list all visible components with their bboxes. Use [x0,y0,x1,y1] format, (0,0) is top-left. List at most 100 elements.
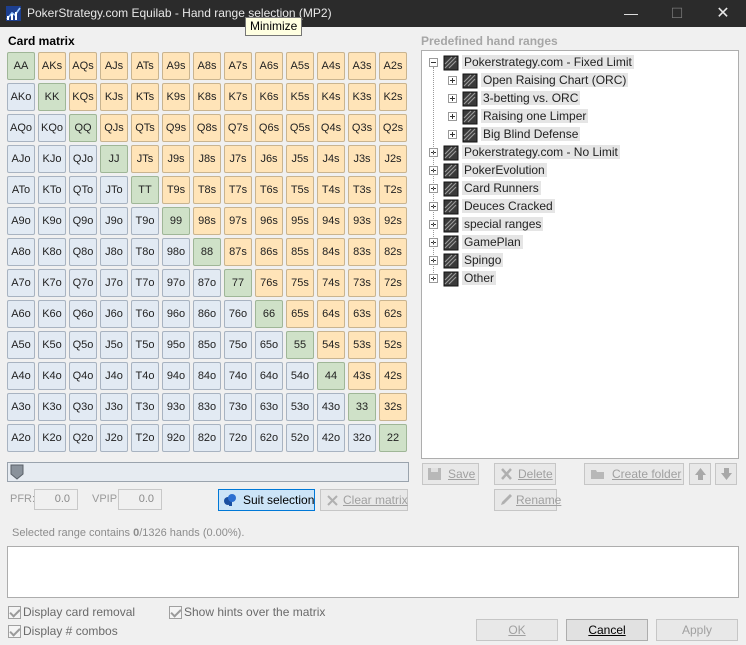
hand-cell-T9s[interactable]: T9s [162,176,190,204]
tree-folder-6[interactable]: GamePlan [422,234,738,252]
tree-folder-0-0[interactable]: Open Raising Chart (ORC) [422,72,738,90]
hand-cell-A7o[interactable]: A7o [7,269,35,297]
hand-cell-T5s[interactable]: T5s [286,176,314,204]
hand-cell-J6o[interactable]: J6o [100,300,128,328]
hand-cell-97o[interactable]: 97o [162,269,190,297]
hand-cell-Q7o[interactable]: Q7o [69,269,97,297]
hand-cell-TT[interactable]: TT [131,176,159,204]
hand-cell-AQs[interactable]: AQs [69,52,97,80]
hand-cell-62s[interactable]: 62s [379,300,407,328]
hand-cell-K7s[interactable]: K7s [224,83,252,111]
hand-cell-K6o[interactable]: K6o [38,300,66,328]
hand-cell-K2s[interactable]: K2s [379,83,407,111]
hand-cell-62o[interactable]: 62o [255,424,283,452]
hand-cell-Q4s[interactable]: Q4s [317,114,345,142]
hand-cell-K7o[interactable]: K7o [38,269,66,297]
hand-cell-QJs[interactable]: QJs [100,114,128,142]
hand-cell-A3o[interactable]: A3o [7,393,35,421]
tree-folder-8[interactable]: Other [422,270,738,288]
hand-cell-KTo[interactable]: KTo [38,176,66,204]
ok-button[interactable]: OK [476,619,558,641]
hand-cell-J9o[interactable]: J9o [100,207,128,235]
hand-cell-Q7s[interactable]: Q7s [224,114,252,142]
hand-cell-A5s[interactable]: A5s [286,52,314,80]
hand-cell-K5s[interactable]: K5s [286,83,314,111]
tree-folder-2[interactable]: PokerEvolution [422,162,738,180]
tree-folder-1[interactable]: Pokerstrategy.com - No Limit [422,144,738,162]
hand-cell-J4s[interactable]: J4s [317,145,345,173]
hand-cell-44[interactable]: 44 [317,362,345,390]
hand-cell-T7o[interactable]: T7o [131,269,159,297]
hand-cell-T6o[interactable]: T6o [131,300,159,328]
hand-cell-A5o[interactable]: A5o [7,331,35,359]
rename-button[interactable]: Rename [494,489,561,511]
hand-cell-T5o[interactable]: T5o [131,331,159,359]
tree-folder-5[interactable]: special ranges [422,216,738,234]
hand-cell-87o[interactable]: 87o [193,269,221,297]
hand-cell-ATs[interactable]: ATs [131,52,159,80]
hand-cell-T6s[interactable]: T6s [255,176,283,204]
hand-cell-76s[interactable]: 76s [255,269,283,297]
hand-cell-42s[interactable]: 42s [379,362,407,390]
hand-cell-95s[interactable]: 95s [286,207,314,235]
hand-cell-84s[interactable]: 84s [317,238,345,266]
range-text-area[interactable] [7,546,739,598]
save-button[interactable]: Save [422,463,479,485]
hand-cell-K6s[interactable]: K6s [255,83,283,111]
tree-folder-0-2[interactable]: Raising one Limper [422,108,738,126]
hand-cell-96o[interactable]: 96o [162,300,190,328]
hand-cell-92s[interactable]: 92s [379,207,407,235]
hand-cell-Q5s[interactable]: Q5s [286,114,314,142]
hand-cell-99[interactable]: 99 [162,207,190,235]
hand-cell-Q5o[interactable]: Q5o [69,331,97,359]
hand-cell-73s[interactable]: 73s [348,269,376,297]
hand-cell-55[interactable]: 55 [286,331,314,359]
hand-cell-J5s[interactable]: J5s [286,145,314,173]
hand-cell-K3o[interactable]: K3o [38,393,66,421]
hand-cell-J7o[interactable]: J7o [100,269,128,297]
hand-cell-KK[interactable]: KK [38,83,66,111]
hand-cell-94s[interactable]: 94s [317,207,345,235]
hand-cell-82o[interactable]: 82o [193,424,221,452]
hand-cell-JTo[interactable]: JTo [100,176,128,204]
hand-cell-52o[interactable]: 52o [286,424,314,452]
hand-cell-J8s[interactable]: J8s [193,145,221,173]
hand-cell-AA[interactable]: AA [7,52,35,80]
hand-cell-32s[interactable]: 32s [379,393,407,421]
hand-cell-72s[interactable]: 72s [379,269,407,297]
hand-cell-JJ[interactable]: JJ [100,145,128,173]
hand-cell-64o[interactable]: 64o [255,362,283,390]
hand-cell-65o[interactable]: 65o [255,331,283,359]
hand-cell-32o[interactable]: 32o [348,424,376,452]
tree-folder-0[interactable]: Pokerstrategy.com - Fixed Limit [422,54,738,72]
tree-folder-3[interactable]: Card Runners [422,180,738,198]
hand-cell-76o[interactable]: 76o [224,300,252,328]
hand-cell-J3o[interactable]: J3o [100,393,128,421]
hand-cell-84o[interactable]: 84o [193,362,221,390]
delete-button[interactable]: Delete [494,463,556,485]
hand-cell-T8o[interactable]: T8o [131,238,159,266]
expand-icon[interactable] [448,94,457,103]
hand-cell-QTs[interactable]: QTs [131,114,159,142]
hand-cell-22[interactable]: 22 [379,424,407,452]
hand-cell-54o[interactable]: 54o [286,362,314,390]
hand-cell-75o[interactable]: 75o [224,331,252,359]
hand-cell-Q9s[interactable]: Q9s [162,114,190,142]
hand-cell-93s[interactable]: 93s [348,207,376,235]
hand-cell-83o[interactable]: 83o [193,393,221,421]
collapse-icon[interactable] [429,58,438,67]
hand-cell-95o[interactable]: 95o [162,331,190,359]
hand-cell-74o[interactable]: 74o [224,362,252,390]
expand-icon[interactable] [448,130,457,139]
hand-cell-33[interactable]: 33 [348,393,376,421]
hand-cell-85o[interactable]: 85o [193,331,221,359]
range-slider[interactable] [7,462,409,482]
hand-cell-86s[interactable]: 86s [255,238,283,266]
hand-cell-K4o[interactable]: K4o [38,362,66,390]
hand-cell-A8s[interactable]: A8s [193,52,221,80]
hand-cell-66[interactable]: 66 [255,300,283,328]
hand-cell-J9s[interactable]: J9s [162,145,190,173]
hand-cell-63o[interactable]: 63o [255,393,283,421]
hand-cell-K8s[interactable]: K8s [193,83,221,111]
hand-cell-QJo[interactable]: QJo [69,145,97,173]
